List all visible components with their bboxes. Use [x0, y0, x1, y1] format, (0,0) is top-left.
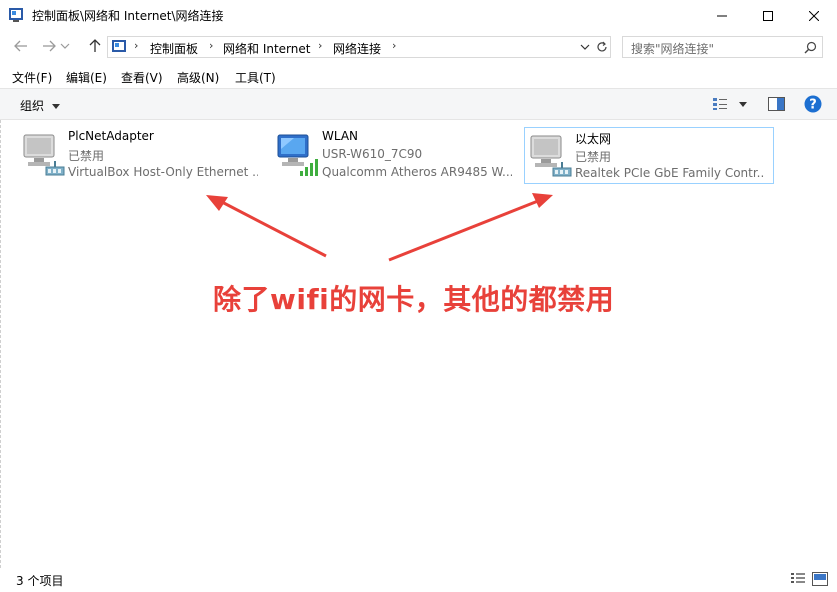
annotation-text: 除了wifi的网卡，其他的都禁用 — [213, 283, 615, 316]
annotation-arrow-left — [219, 199, 327, 258]
large-icons-view-icon[interactable] — [812, 572, 828, 586]
annotation-arrow-right — [388, 199, 539, 262]
status-bar: 3 个项目 — [0, 568, 837, 592]
item-count: 3 个项目 — [16, 574, 64, 588]
details-view-icon[interactable] — [790, 572, 806, 586]
annotation-arrowhead-right — [532, 193, 553, 208]
